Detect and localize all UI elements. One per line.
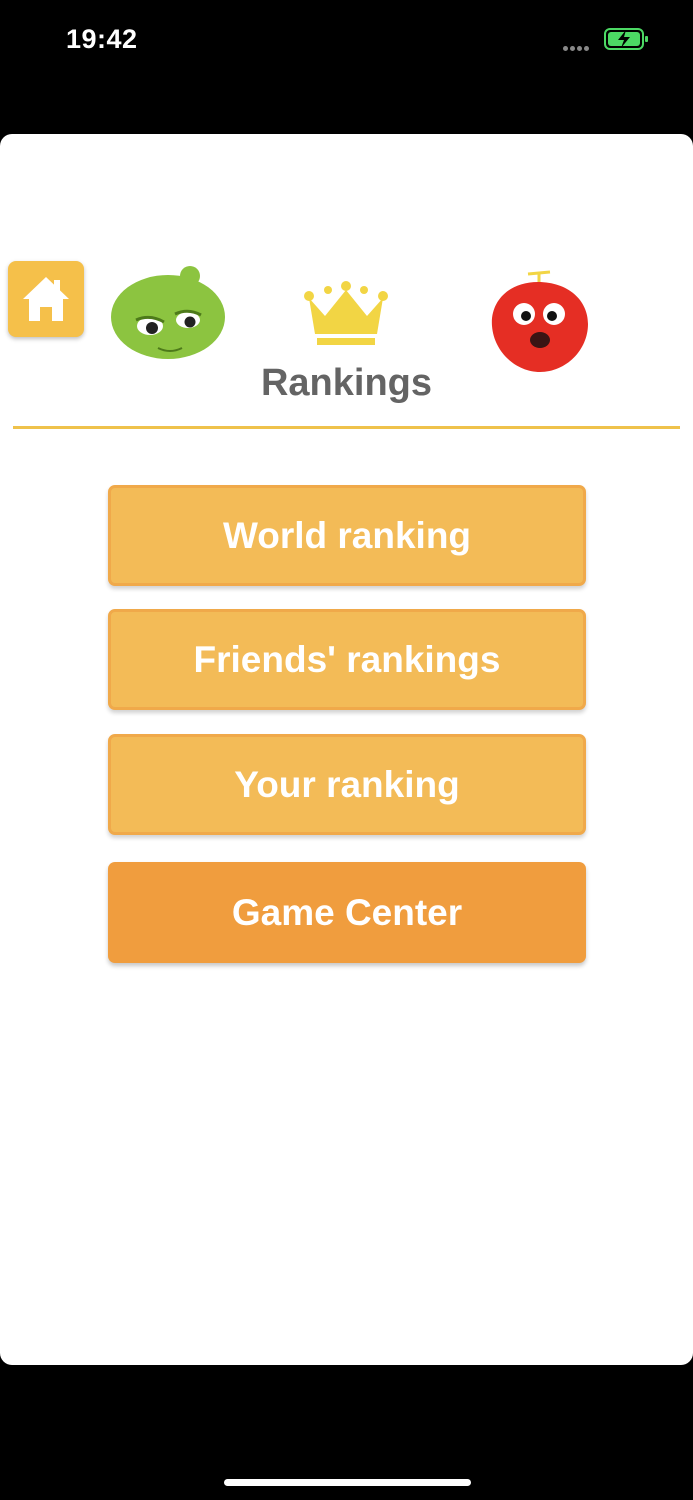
page-title: Rankings [260, 362, 433, 404]
home-indicator[interactable] [224, 1479, 471, 1486]
game-center-button[interactable]: Game Center [108, 862, 586, 963]
home-button[interactable] [8, 261, 84, 337]
divider [13, 426, 680, 429]
friends-rankings-button[interactable]: Friends' rankings [108, 609, 586, 710]
crown-icon [304, 281, 388, 345]
home-icon [23, 277, 69, 321]
rankings-panel: Rankings World ranking Friends' rankings… [0, 134, 693, 1365]
status-time: 19:42 [66, 24, 138, 54]
status-bar: 19:42 [0, 0, 693, 80]
green-character-icon [111, 266, 225, 359]
signal-icon [563, 38, 597, 51]
world-ranking-button[interactable]: World ranking [108, 485, 586, 586]
your-ranking-button[interactable]: Your ranking [108, 734, 586, 835]
battery-charging-icon [604, 28, 648, 50]
red-character-icon [491, 270, 588, 372]
